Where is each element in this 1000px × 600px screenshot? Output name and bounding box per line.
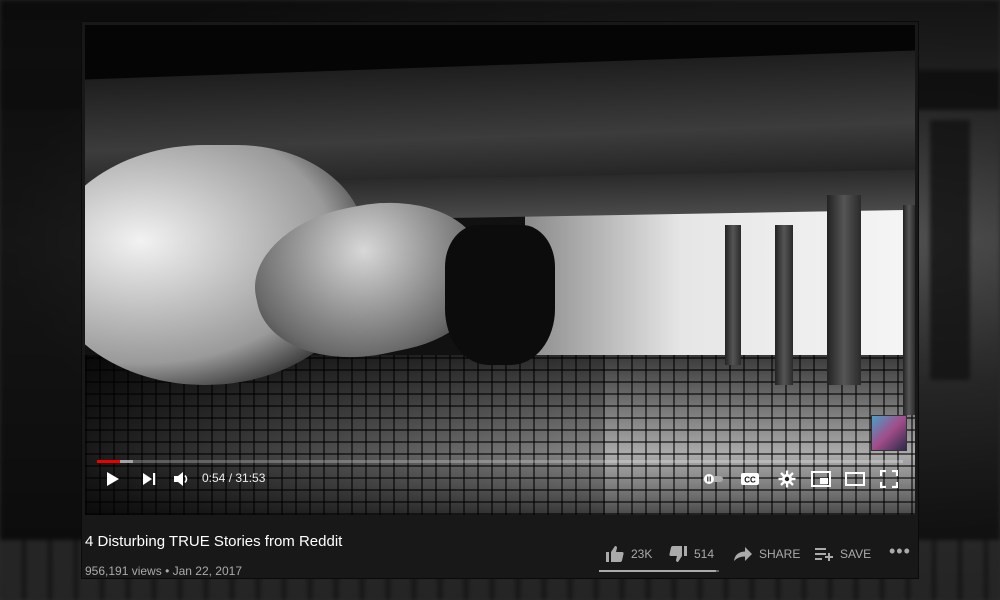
volume-icon (174, 472, 188, 486)
time-display: 0:54 / 31:53 (202, 471, 266, 485)
next-button[interactable] (139, 466, 159, 492)
played-fill (97, 460, 120, 463)
miniplayer-icon (811, 471, 831, 487)
save-button[interactable]: SAVE (814, 542, 871, 566)
autoplay-toggle-icon (703, 474, 723, 484)
like-button[interactable]: 23K (605, 542, 652, 566)
publish-date: Jan 22, 2017 (172, 564, 243, 578)
svg-text:CC: CC (744, 476, 756, 485)
playlist-add-icon (815, 548, 833, 561)
video-frame (85, 25, 915, 515)
play-button[interactable] (103, 466, 123, 492)
fullscreen-icon (880, 470, 898, 488)
meta-separator: • (165, 564, 170, 578)
like-dislike-ratio-bar (599, 570, 719, 572)
fullscreen-button[interactable] (877, 466, 901, 492)
video-title: 4 Disturbing TRUE Stories from Reddit (85, 533, 343, 550)
captions-icon: CC (741, 473, 759, 485)
settings-button[interactable] (775, 466, 799, 492)
video-meta: 956,191 views • Jan 22, 2017 (85, 564, 242, 578)
like-count: 23K (631, 547, 653, 561)
save-label: SAVE (840, 547, 872, 561)
next-icon (143, 473, 156, 485)
like-ratio-fill (599, 570, 717, 572)
video-card: 0:54 / 31:53 CC 4 Disturbing TRUE Storie… (82, 22, 918, 578)
share-label: SHARE (759, 547, 801, 561)
captions-button[interactable]: CC (738, 466, 762, 492)
share-icon (734, 547, 752, 561)
channel-watermark[interactable] (871, 415, 907, 451)
share-button[interactable]: SHARE (733, 542, 800, 566)
progress-bar[interactable] (97, 460, 903, 463)
thumbs-up-icon (606, 546, 624, 562)
autoplay-toggle[interactable] (701, 466, 725, 492)
more-actions-button[interactable]: ••• (889, 542, 910, 562)
gear-icon (778, 470, 796, 488)
dislike-button[interactable]: 514 (668, 542, 714, 566)
volume-button[interactable] (171, 466, 193, 492)
theater-mode-button[interactable] (843, 466, 867, 492)
view-count: 956,191 views (85, 564, 162, 578)
video-player[interactable]: 0:54 / 31:53 CC (85, 25, 915, 515)
theater-mode-icon (845, 472, 865, 486)
play-icon (107, 472, 119, 486)
thumbs-down-icon (669, 546, 687, 562)
dislike-count: 514 (694, 547, 715, 561)
miniplayer-button[interactable] (809, 466, 833, 492)
